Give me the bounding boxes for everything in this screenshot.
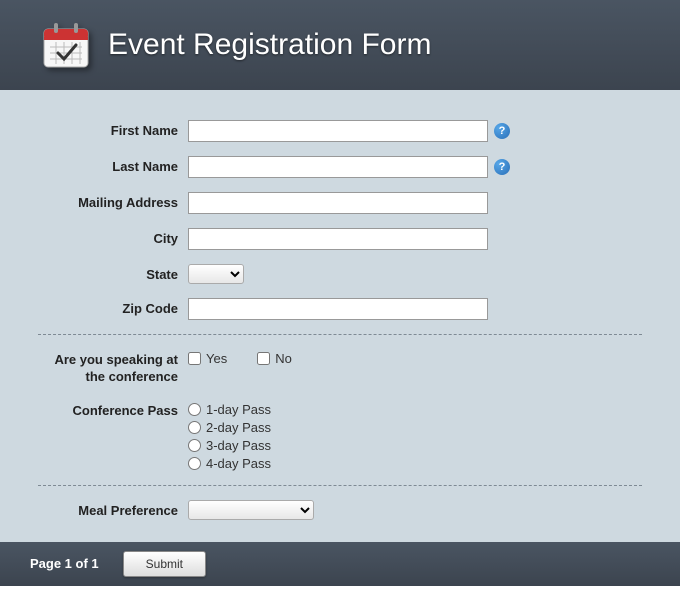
speaking-yes-option[interactable]: Yes [188,351,227,366]
first-name-label: First Name [38,120,188,138]
state-label: State [38,264,188,282]
city-label: City [38,228,188,246]
meal-preference-select[interactable] [188,500,314,520]
last-name-label: Last Name [38,156,188,174]
speaking-yes-label: Yes [206,351,227,366]
conference-pass-label: Conference Pass [38,400,188,418]
section-divider [38,485,642,486]
pass-radio-2[interactable] [188,421,201,434]
pass-option-3[interactable]: 3-day Pass [188,438,271,453]
pass-label-2: 2-day Pass [206,420,271,435]
speaking-no-checkbox[interactable] [257,352,270,365]
pass-radio-3[interactable] [188,439,201,452]
city-input[interactable] [188,228,488,250]
state-select[interactable] [188,264,244,284]
pass-label-3: 3-day Pass [206,438,271,453]
help-icon[interactable]: ? [494,123,510,139]
pass-radio-4[interactable] [188,457,201,470]
pass-label-1: 1-day Pass [206,402,271,417]
form-footer: Page 1 of 1 Submit [0,542,680,586]
meal-preference-label: Meal Preference [38,500,188,518]
submit-button[interactable]: Submit [123,551,206,577]
last-name-input[interactable] [188,156,488,178]
page-indicator: Page 1 of 1 [30,556,99,571]
speaking-label: Are you speaking at the conference [38,349,188,386]
pass-option-1[interactable]: 1-day Pass [188,402,271,417]
mailing-address-label: Mailing Address [38,192,188,210]
help-icon[interactable]: ? [494,159,510,175]
page-title: Event Registration Form [108,28,431,62]
pass-radio-1[interactable] [188,403,201,416]
speaking-no-option[interactable]: No [257,351,292,366]
mailing-address-input[interactable] [188,192,488,214]
calendar-icon [40,19,92,71]
pass-option-2[interactable]: 2-day Pass [188,420,271,435]
zip-code-input[interactable] [188,298,488,320]
first-name-input[interactable] [188,120,488,142]
speaking-no-label: No [275,351,292,366]
zip-code-label: Zip Code [38,298,188,316]
form-body: First Name ? Last Name ? Mailing Address… [0,90,680,542]
pass-option-4[interactable]: 4-day Pass [188,456,271,471]
pass-label-4: 4-day Pass [206,456,271,471]
form-header: Event Registration Form [0,0,680,90]
section-divider [38,334,642,335]
speaking-yes-checkbox[interactable] [188,352,201,365]
